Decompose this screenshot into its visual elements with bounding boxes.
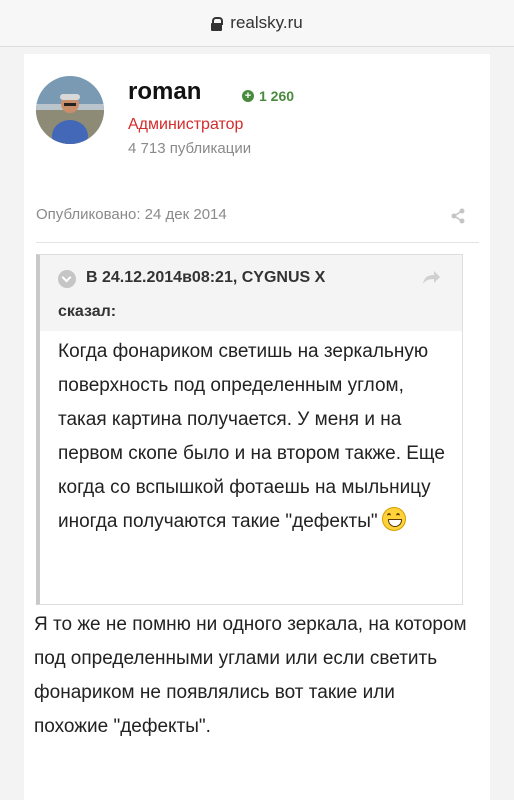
share-icon[interactable]: [450, 208, 466, 224]
reputation-badge: + 1 260: [242, 88, 294, 104]
reputation-value: 1 260: [259, 88, 295, 104]
published-date: Опубликовано: 24 дек 2014: [36, 206, 227, 223]
quote-said: сказал:: [58, 303, 117, 320]
page-edge: [496, 54, 499, 800]
reply-icon[interactable]: [422, 269, 442, 285]
post-body: Я то же не помню ни одного зеркала, на к…: [34, 614, 467, 737]
avatar[interactable]: [36, 76, 104, 144]
address-bar[interactable]: realsky.ru: [0, 0, 514, 47]
quote-text: Когда фонариком светишь на зеркальную по…: [58, 341, 445, 532]
author-role: Администратор: [128, 116, 244, 133]
quote-citation[interactable]: В 24.12.2014в08:21, CYGNUS X: [86, 269, 325, 287]
quote-content: Когда фонариком светишь на зеркальную по…: [58, 335, 454, 539]
author-name[interactable]: roman: [128, 78, 201, 106]
reputation-icon: +: [242, 90, 254, 102]
post-card: roman + 1 260 Администратор 4 713 публик…: [24, 54, 490, 800]
grin-emoji-icon: [381, 507, 406, 531]
url-text: realsky.ru: [230, 13, 303, 32]
lock-icon: [211, 16, 224, 31]
divider: [36, 242, 479, 243]
quote-block: В 24.12.2014в08:21, CYGNUS X сказал: Ког…: [36, 254, 463, 605]
quote-toggle-icon[interactable]: [58, 270, 76, 288]
author-posts-count: 4 713 публикации: [128, 140, 252, 157]
quote-header: В 24.12.2014в08:21, CYGNUS X сказал:: [40, 255, 462, 331]
